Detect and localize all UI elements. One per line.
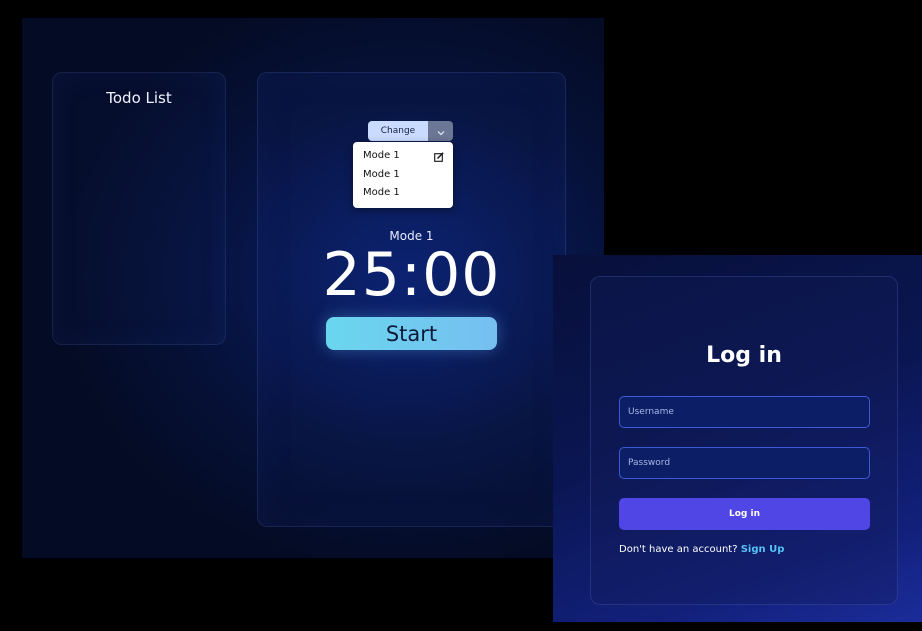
login-title: Log in — [706, 343, 782, 368]
mode-dropdown-toggle[interactable] — [428, 121, 453, 141]
signup-prompt-text: Don't have an account? — [619, 544, 738, 555]
timer-panel: Change Mode 1 Mode 1 Mode 1 Mode 1 25:00… — [257, 72, 566, 527]
timer-display: 25:00 — [322, 240, 501, 310]
login-card: Log in Log in Don't have an account? Sig… — [590, 276, 898, 605]
start-button[interactable]: Start — [326, 317, 497, 350]
login-window: Log in Log in Don't have an account? Sig… — [553, 255, 922, 622]
password-input[interactable] — [619, 447, 870, 479]
pomodoro-window: Todo List Change Mode 1 Mode 1 Mode 1 Mo… — [22, 18, 604, 558]
signup-link[interactable]: Sign Up — [741, 544, 785, 555]
todo-panel: Todo List — [52, 72, 226, 345]
signup-prompt-row: Don't have an account? Sign Up — [619, 544, 784, 555]
mode-split-button: Change — [368, 121, 453, 141]
dropdown-item-label: Mode 1 — [363, 150, 400, 161]
dropdown-item-mode[interactable]: Mode 1 — [363, 184, 447, 202]
dropdown-item-mode[interactable]: Mode 1 — [363, 166, 447, 184]
chevron-down-icon — [437, 124, 445, 139]
login-button[interactable]: Log in — [619, 498, 870, 530]
todo-title: Todo List — [106, 89, 172, 107]
username-input[interactable] — [619, 396, 870, 428]
mode-dropdown-menu: Mode 1 Mode 1 Mode 1 — [353, 142, 453, 208]
dropdown-item-mode[interactable]: Mode 1 — [363, 147, 447, 165]
change-mode-button[interactable]: Change — [368, 121, 428, 141]
